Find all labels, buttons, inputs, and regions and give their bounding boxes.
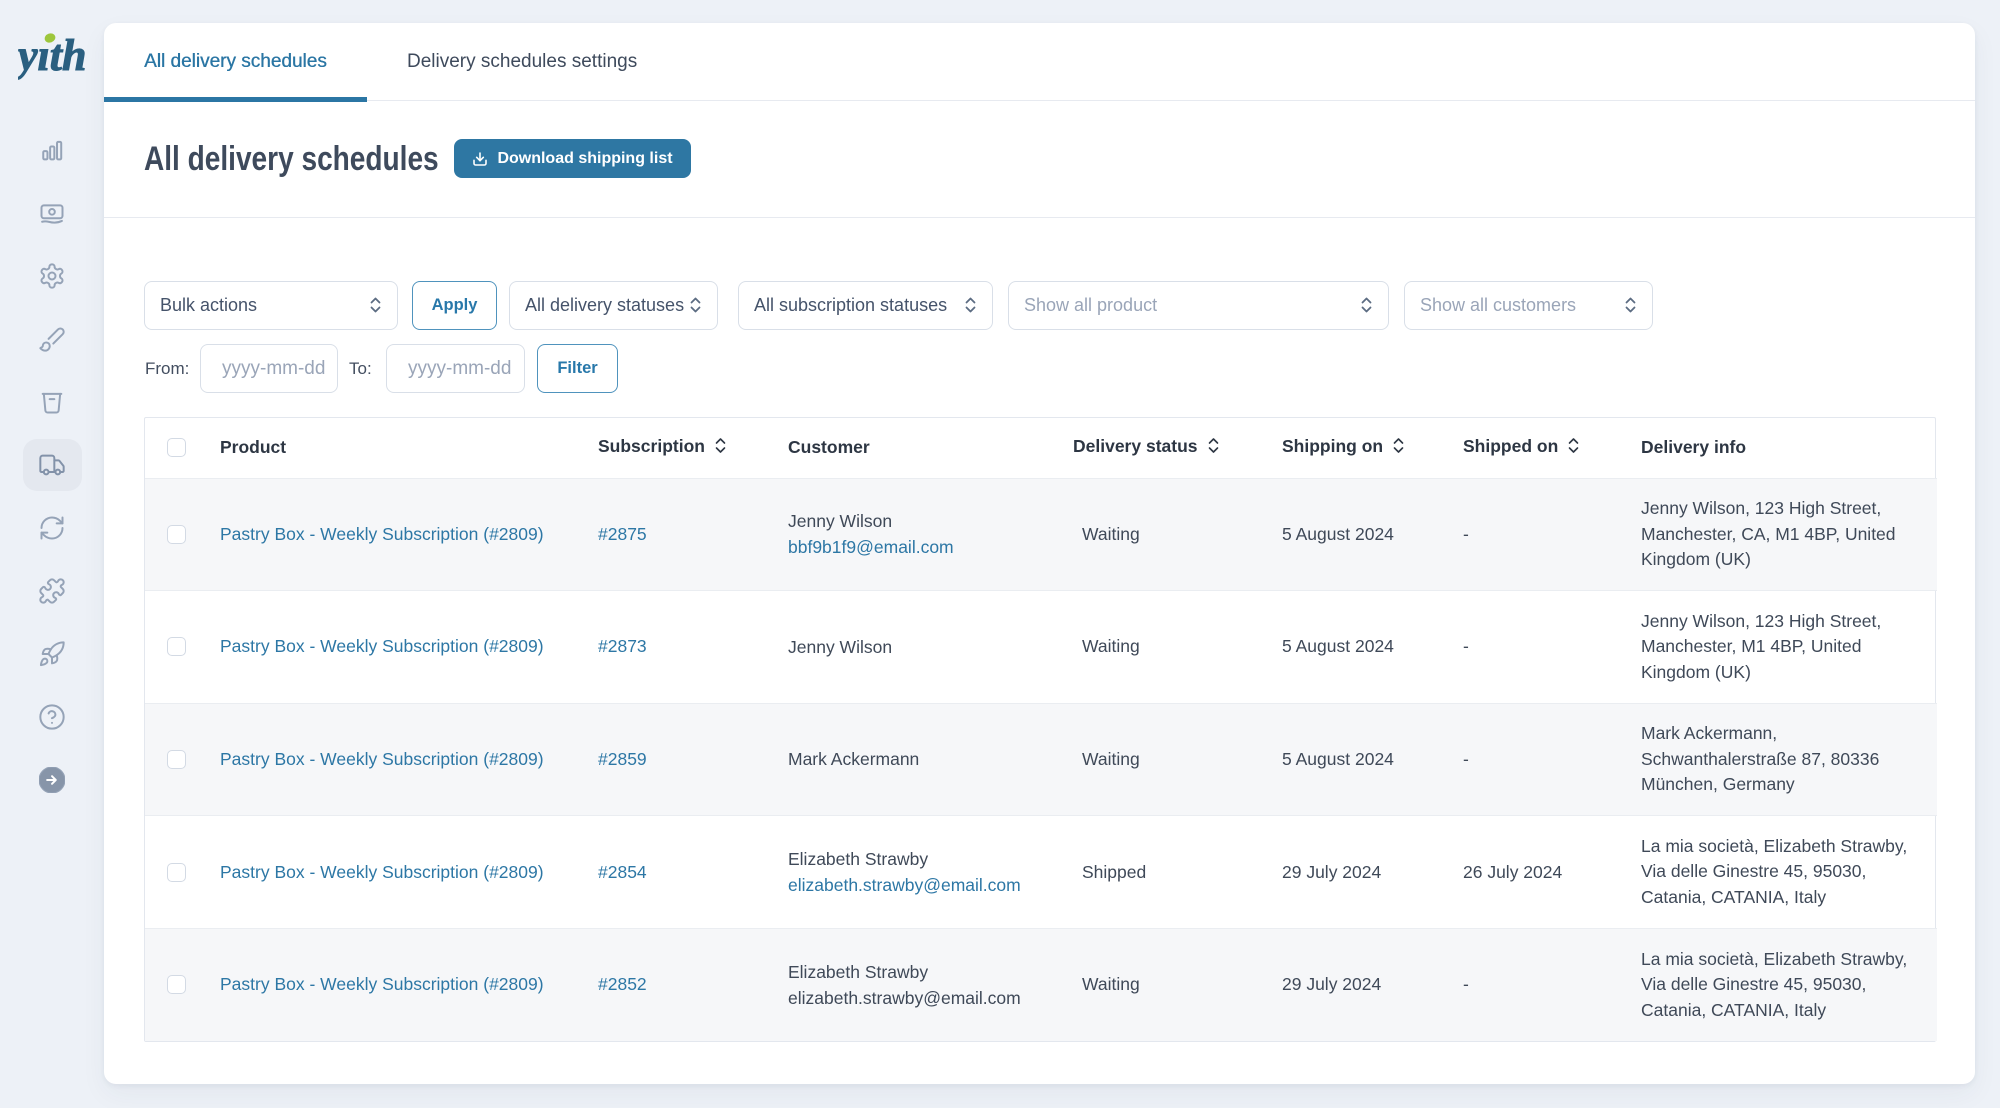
svg-text:yıth: yıth — [18, 31, 86, 80]
